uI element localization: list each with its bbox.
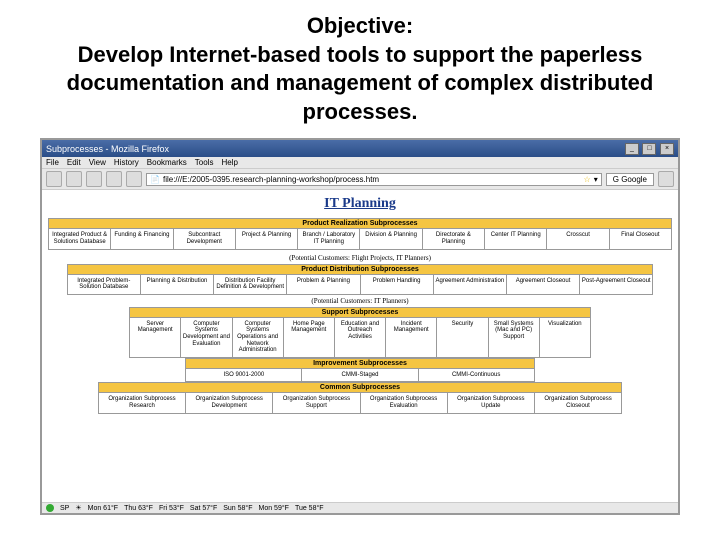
stop-button[interactable]: [106, 171, 122, 187]
section-block: Improvement SubprocessesISO 9001-2000CMM…: [185, 358, 534, 383]
reload-button[interactable]: [86, 171, 102, 187]
menu-view[interactable]: View: [89, 158, 106, 167]
url-bar[interactable]: 📄 file:///E:/2005-0395.research-planning…: [146, 173, 602, 186]
weather-item: Tue 58°F: [295, 505, 324, 512]
table-cell[interactable]: Organization Subprocess Research: [99, 393, 186, 412]
table-cell[interactable]: Agreement Closeout: [507, 275, 580, 294]
table-row: Server ManagementComputer Systems Develo…: [129, 318, 591, 358]
table-cell[interactable]: Planning & Distribution: [141, 275, 214, 294]
status-dot-icon: [46, 504, 54, 512]
slide-title: Objective: Develop Internet-based tools …: [0, 0, 720, 138]
weather-item: Mon 61°F: [88, 505, 118, 512]
menu-edit[interactable]: Edit: [67, 158, 81, 167]
menu-tools[interactable]: Tools: [195, 158, 214, 167]
table-cell[interactable]: Security: [437, 318, 488, 357]
table-cell[interactable]: CMMI-Continuous: [419, 369, 534, 382]
menu-history[interactable]: History: [114, 158, 139, 167]
table-cell[interactable]: Server Management: [130, 318, 181, 357]
table-cell[interactable]: Small Systems (Mac and PC) Support: [489, 318, 540, 357]
minimize-icon[interactable]: _: [625, 143, 639, 155]
table-cell[interactable]: Computer Systems Operations and Network …: [233, 318, 284, 357]
dropdown-icon[interactable]: ▾: [594, 175, 598, 184]
menu-file[interactable]: File: [46, 158, 59, 167]
titlebar: Subprocesses - Mozilla Firefox _ □ ×: [42, 140, 678, 157]
maximize-icon[interactable]: □: [642, 143, 656, 155]
table-cell[interactable]: Problem Handling: [361, 275, 434, 294]
table-cell[interactable]: Incident Management: [386, 318, 437, 357]
table-cell[interactable]: Branch / Laboratory IT Planning: [298, 229, 360, 248]
table-row: Integrated Problem-Solution DatabasePlan…: [67, 275, 654, 295]
search-box[interactable]: G Google: [606, 173, 654, 186]
table-cell[interactable]: Organization Subprocess Evaluation: [361, 393, 448, 412]
section-header: Improvement Subprocesses: [185, 358, 534, 369]
home-button[interactable]: [126, 171, 142, 187]
menubar: File Edit View History Bookmarks Tools Help: [42, 157, 678, 169]
table-cell[interactable]: Funding & Financing: [111, 229, 173, 248]
back-button[interactable]: [46, 171, 62, 187]
table-cell[interactable]: Subcontract Development: [174, 229, 236, 248]
section-header: Common Subprocesses: [98, 382, 622, 393]
page-title: IT Planning: [48, 196, 672, 212]
close-icon[interactable]: ×: [660, 143, 674, 155]
table-cell[interactable]: Education and Outreach Activities: [335, 318, 386, 357]
table-cell[interactable]: Integrated Product & Solutions Database: [49, 229, 111, 248]
menu-help[interactable]: Help: [221, 158, 237, 167]
section-block: Common SubprocessesOrganization Subproce…: [98, 382, 622, 413]
section-header: Support Subprocesses: [129, 307, 591, 318]
table-cell[interactable]: Visualization: [540, 318, 590, 357]
table-cell[interactable]: Center IT Planning: [485, 229, 547, 248]
table-row: Organization Subprocess ResearchOrganiza…: [98, 393, 622, 413]
url-text: file:///E:/2005-0395.research-planning-w…: [163, 175, 379, 184]
table-cell[interactable]: Directorate & Planning: [423, 229, 485, 248]
table-cell[interactable]: CMMI-Staged: [302, 369, 418, 382]
taskbar-icon: ☀: [75, 504, 81, 512]
taskbar: SP ☀ Mon 61°F Thu 63°F Fri 53°F Sat 57°F Sun…: [42, 502, 678, 513]
section-subtitle: (Potential Customers: Flight Projects, I…: [48, 254, 672, 262]
table-cell[interactable]: Division & Planning: [360, 229, 422, 248]
title-line1: Objective:: [40, 12, 680, 41]
table-cell[interactable]: Agreement Administration: [434, 275, 507, 294]
weather-item: Sat 57°F: [190, 505, 217, 512]
menu-bookmarks[interactable]: Bookmarks: [147, 158, 187, 167]
table-cell[interactable]: Post-Agreement Closeout: [580, 275, 652, 294]
table-cell[interactable]: Organization Subprocess Development: [186, 393, 273, 412]
section-block: Support SubprocessesServer ManagementCom…: [129, 307, 591, 358]
weather-item: Sun 58°F: [223, 505, 252, 512]
table-cell[interactable]: ISO 9001-2000: [186, 369, 302, 382]
section-block: Product Distribution SubprocessesIntegra…: [67, 264, 654, 295]
table-cell[interactable]: Project & Planning: [236, 229, 298, 248]
search-icon: G: [613, 175, 619, 184]
section-block: Product Realization SubprocessesIntegrat…: [48, 218, 672, 249]
window-title: Subprocesses - Mozilla Firefox: [46, 144, 169, 154]
weather-item: Mon 59°F: [259, 505, 289, 512]
navbar: 📄 file:///E:/2005-0395.research-planning…: [42, 169, 678, 190]
table-cell[interactable]: Crosscut: [547, 229, 609, 248]
table-row: Integrated Product & Solutions DatabaseF…: [48, 229, 672, 249]
bookmark-star-icon[interactable]: ☆: [584, 175, 591, 184]
section-header: Product Distribution Subprocesses: [67, 264, 654, 275]
table-cell[interactable]: Distribution Facility Definition & Devel…: [214, 275, 287, 294]
table-cell[interactable]: Computer Systems Development and Evaluat…: [181, 318, 232, 357]
browser-window: Subprocesses - Mozilla Firefox _ □ × Fil…: [40, 138, 680, 515]
table-cell[interactable]: Home Page Management: [284, 318, 335, 357]
table-cell[interactable]: Problem & Planning: [287, 275, 360, 294]
table-row: ISO 9001-2000CMMI-StagedCMMI-Continuous: [185, 369, 534, 383]
table-cell[interactable]: Organization Subprocess Closeout: [535, 393, 621, 412]
table-cell[interactable]: Integrated Problem-Solution Database: [68, 275, 141, 294]
weather-item: Thu 63°F: [124, 505, 153, 512]
weather-item: Fri 53°F: [159, 505, 184, 512]
page-icon: 📄: [150, 175, 160, 184]
section-header: Product Realization Subprocesses: [48, 218, 672, 229]
taskbar-icon: SP: [60, 505, 69, 512]
table-cell[interactable]: Organization Subprocess Support: [273, 393, 360, 412]
page-content: IT Planning Product Realization Subproce…: [42, 190, 678, 502]
section-subtitle: (Potential Customers: IT Planners): [48, 297, 672, 305]
title-line2: Develop Internet-based tools to support …: [40, 41, 680, 127]
throbber-icon: [658, 171, 674, 187]
window-controls: _ □ ×: [624, 142, 674, 155]
table-cell[interactable]: Final Closeout: [610, 229, 671, 248]
forward-button[interactable]: [66, 171, 82, 187]
table-cell[interactable]: Organization Subprocess Update: [448, 393, 535, 412]
search-placeholder: Google: [621, 175, 647, 184]
